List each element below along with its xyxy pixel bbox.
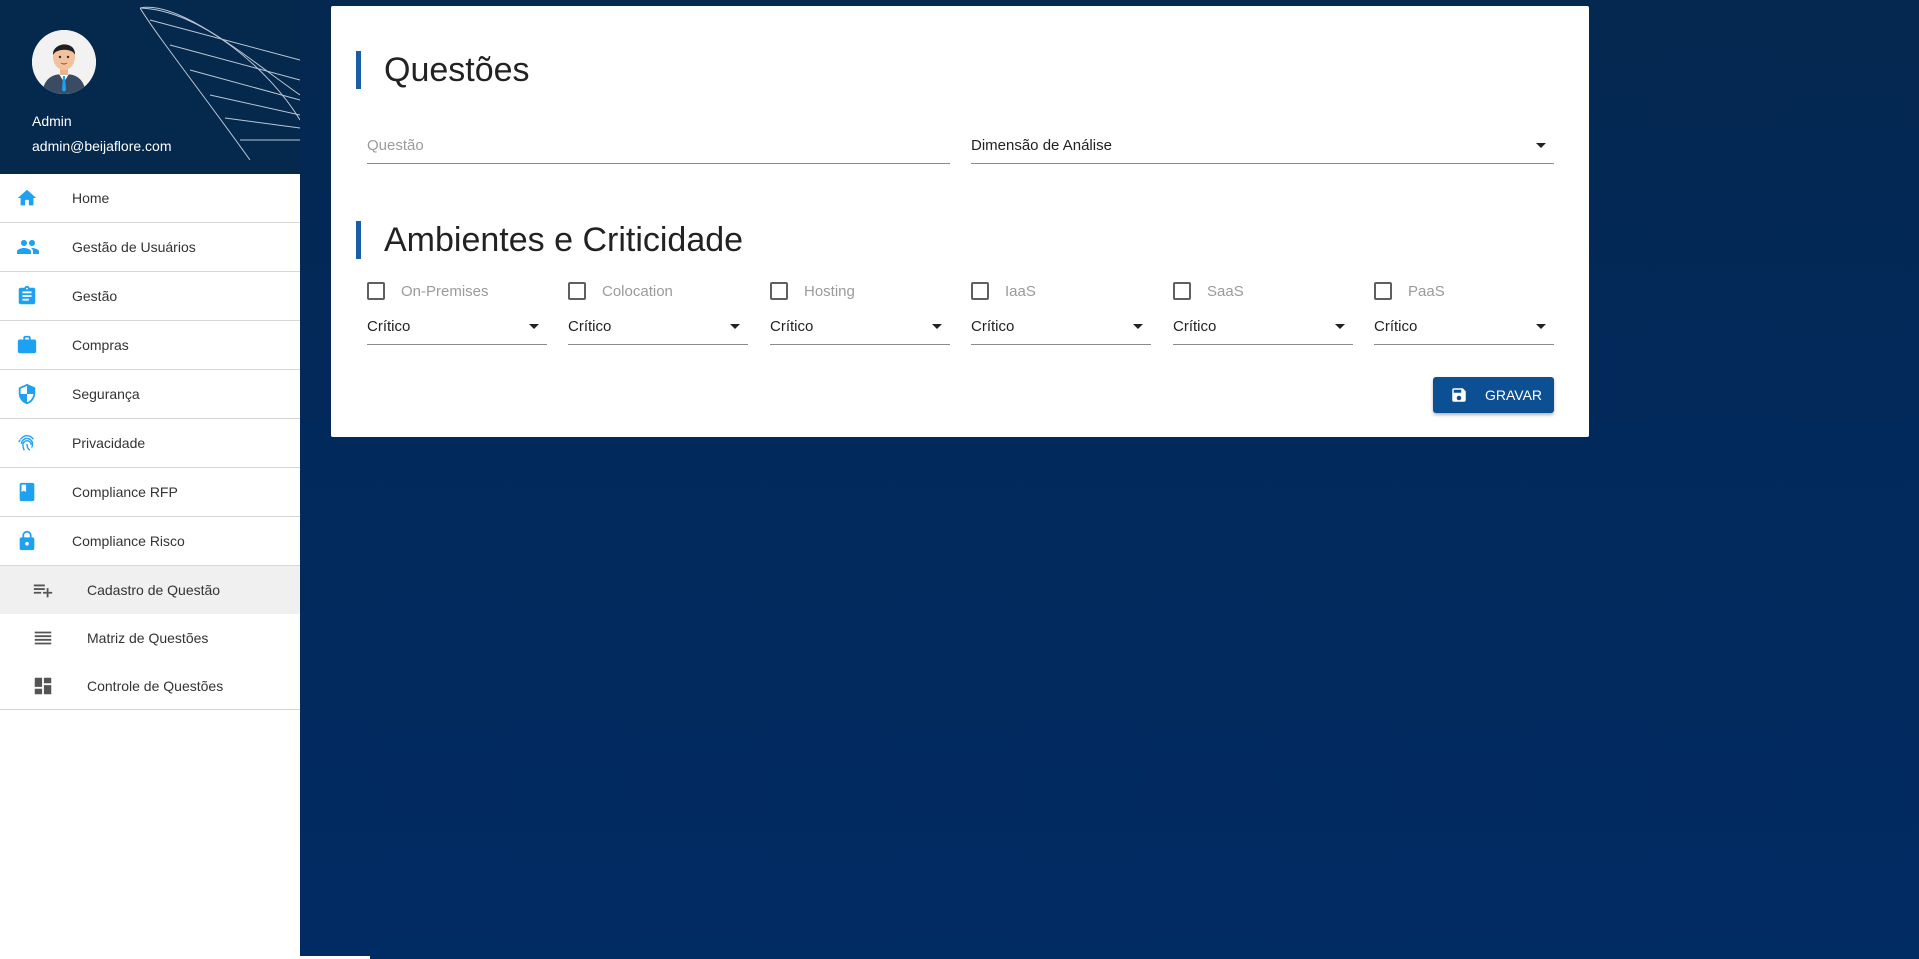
avatar[interactable] bbox=[32, 30, 96, 94]
sidebar-subitem-label: Cadastro de Questão bbox=[87, 582, 221, 598]
chevron-down-icon bbox=[932, 324, 942, 329]
sidebar-item-label: Gestão bbox=[72, 288, 118, 304]
sidebar-item-home[interactable]: Home bbox=[0, 174, 300, 223]
chevron-down-icon bbox=[1335, 324, 1345, 329]
checkbox-label: Colocation bbox=[602, 282, 673, 300]
book-icon bbox=[0, 481, 72, 503]
criticality-select-hosting[interactable]: Crítico bbox=[770, 313, 950, 345]
sidebar-item-label: Privacidade bbox=[72, 435, 146, 451]
home-icon bbox=[0, 187, 72, 209]
checkbox[interactable] bbox=[1374, 282, 1392, 300]
criticality-select-paas[interactable]: Crítico bbox=[1374, 313, 1554, 345]
fingerprint-icon bbox=[0, 432, 72, 454]
env-checkbox-saas[interactable]: SaaS bbox=[1173, 281, 1244, 301]
criticality-select-saas[interactable]: Crítico bbox=[1173, 313, 1353, 345]
env-checkbox-iaas[interactable]: IaaS bbox=[971, 281, 1036, 301]
playlist-add-icon bbox=[0, 579, 87, 601]
sidebar-item-label: Compliance RFP bbox=[72, 484, 178, 500]
criticality-value: Crítico bbox=[1374, 318, 1418, 335]
criticality-select-colocation[interactable]: Crítico bbox=[568, 313, 748, 345]
sidebar-item-gestao-usuarios[interactable]: Gestão de Usuários bbox=[0, 223, 300, 272]
criticality-value: Crítico bbox=[1173, 318, 1217, 335]
dimensao-select[interactable]: Dimensão de Análise bbox=[971, 132, 1554, 164]
floppy-icon bbox=[1450, 386, 1468, 404]
briefcase-icon bbox=[0, 334, 72, 356]
criticality-value: Crítico bbox=[770, 318, 814, 335]
checkbox-label: SaaS bbox=[1207, 282, 1244, 300]
checkbox[interactable] bbox=[1173, 282, 1191, 300]
sidebar-item-privacidade[interactable]: Privacidade bbox=[0, 419, 300, 468]
chevron-down-icon bbox=[1536, 143, 1546, 148]
sidebar-subitem-matriz-questoes[interactable]: Matriz de Questões bbox=[0, 614, 300, 662]
chevron-down-icon bbox=[529, 324, 539, 329]
checkbox[interactable] bbox=[568, 282, 586, 300]
checkbox-label: PaaS bbox=[1408, 282, 1445, 300]
save-button-label: GRAVAR bbox=[1485, 387, 1543, 403]
question-form-card: Questões Questão Dimensão de Análise Amb… bbox=[331, 6, 1589, 437]
checkbox[interactable] bbox=[770, 282, 788, 300]
save-button[interactable]: GRAVAR bbox=[1433, 377, 1554, 413]
criticality-value: Crítico bbox=[568, 318, 612, 335]
list-icon bbox=[0, 627, 87, 649]
sidebar-item-compras[interactable]: Compras bbox=[0, 321, 300, 370]
sidebar-item-compliance-risco[interactable]: Compliance Risco bbox=[0, 517, 300, 566]
checkbox-label: Hosting bbox=[804, 282, 855, 300]
sidebar-item-label: Compliance Risco bbox=[72, 533, 185, 549]
chevron-down-icon bbox=[1133, 324, 1143, 329]
sidebar-item-label: Segurança bbox=[72, 386, 140, 402]
user-name: Admin bbox=[32, 113, 72, 129]
checkbox[interactable] bbox=[971, 282, 989, 300]
dashboard-icon bbox=[0, 675, 87, 697]
chevron-down-icon bbox=[1536, 324, 1546, 329]
sidebar-subitem-label: Controle de Questões bbox=[87, 677, 224, 694]
sidebar-item-gestao[interactable]: Gestão bbox=[0, 272, 300, 321]
criticality-value: Crítico bbox=[367, 318, 411, 335]
sidebar-item-label: Compras bbox=[72, 337, 129, 353]
checkbox-label: IaaS bbox=[1005, 282, 1036, 300]
sidebar-item-label: Gestão de Usuários bbox=[72, 239, 196, 255]
env-checkbox-colocation[interactable]: Colocation bbox=[568, 281, 673, 301]
sidebar-item-seguranca[interactable]: Segurança bbox=[0, 370, 300, 419]
sidebar-item-compliance-rfp[interactable]: Compliance RFP bbox=[0, 468, 300, 517]
chevron-down-icon bbox=[730, 324, 740, 329]
env-checkbox-paas[interactable]: PaaS bbox=[1374, 281, 1445, 301]
avatar-image bbox=[32, 30, 96, 94]
env-checkbox-hosting[interactable]: Hosting bbox=[770, 281, 855, 301]
checkbox-label: On-Premises bbox=[401, 282, 489, 300]
lock-icon bbox=[0, 530, 72, 552]
profile-header: Admin admin@beijaflore.com bbox=[0, 0, 300, 174]
dimensao-value: Dimensão de Análise bbox=[971, 137, 1112, 154]
sidebar-subitem-cadastro-questao[interactable]: Cadastro de Questão bbox=[0, 566, 300, 614]
shield-icon bbox=[0, 383, 72, 405]
criticality-value: Crítico bbox=[971, 318, 1015, 335]
questao-input[interactable]: Questão bbox=[367, 132, 950, 164]
sidebar-subitem-controle-questoes[interactable]: Controle de Questões bbox=[0, 662, 300, 710]
section-title-questoes: Questões bbox=[356, 51, 530, 89]
sidebar-subitem-label: Matriz de Questões bbox=[87, 630, 209, 646]
sidebar-item-label: Home bbox=[72, 190, 110, 206]
section-title-ambientes: Ambientes e Criticidade bbox=[356, 221, 743, 259]
criticality-select-on-premises[interactable]: Crítico bbox=[367, 313, 547, 345]
checkbox[interactable] bbox=[367, 282, 385, 300]
user-email: admin@beijaflore.com bbox=[32, 138, 172, 154]
questao-placeholder: Questão bbox=[367, 137, 424, 154]
users-icon bbox=[0, 235, 72, 259]
sidebar: Admin admin@beijaflore.com Home Gestão d… bbox=[0, 0, 300, 959]
clipboard-icon bbox=[0, 285, 72, 307]
criticality-select-iaas[interactable]: Crítico bbox=[971, 313, 1151, 345]
env-checkbox-on-premises[interactable]: On-Premises bbox=[367, 281, 489, 301]
